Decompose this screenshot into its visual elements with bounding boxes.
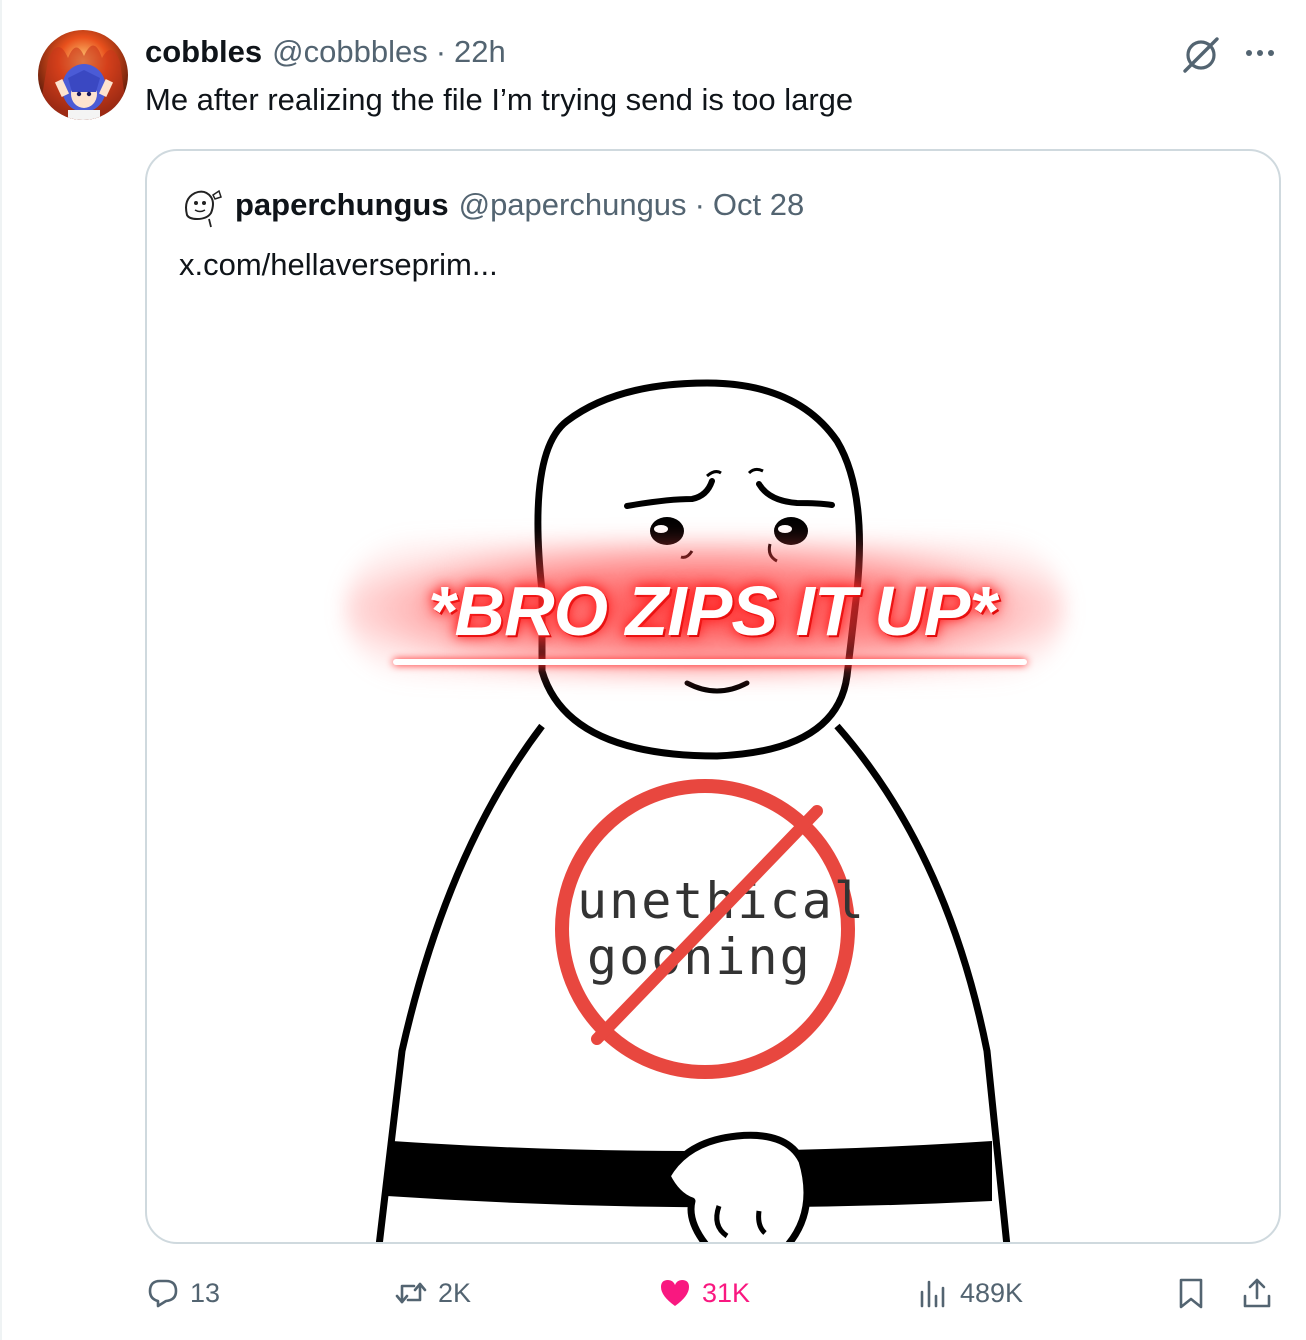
quoted-author-handle[interactable]: @paperchungus (459, 187, 687, 223)
share-icon (1243, 1278, 1271, 1308)
repost-button[interactable]: 2K (394, 1268, 471, 1318)
like-button[interactable]: 31K (658, 1268, 750, 1318)
reply-button[interactable]: 13 (146, 1268, 220, 1318)
like-icon (661, 1280, 689, 1306)
caption-underline (393, 659, 1027, 665)
quoted-tweet-card[interactable]: unethical gooning *BRO ZIPS IT UP* paper… (145, 149, 1281, 1244)
author-avatar[interactable] (38, 30, 128, 120)
quoted-author-display-name[interactable]: paperchungus (235, 187, 449, 223)
bookmark-button[interactable] (1174, 1268, 1208, 1318)
quoted-tweet-date[interactable]: Oct 28 (713, 187, 804, 223)
tweet-text: Me after realizing the file I’m trying s… (145, 82, 854, 117)
author-handle[interactable]: @cobbbles (272, 34, 428, 70)
quoted-tweet-header: paperchungus @paperchungus · Oct 28 (235, 185, 804, 225)
meme-image[interactable]: unethical gooning *BRO ZIPS IT UP* (147, 151, 1279, 1242)
reply-count: 13 (190, 1277, 221, 1308)
repost-icon (395, 1282, 427, 1304)
quoted-author-avatar[interactable] (179, 185, 223, 229)
quoted-tweet-link[interactable]: x.com/hellaverseprim... (179, 245, 498, 285)
like-count: 31K (702, 1277, 751, 1308)
timeline-border (0, 0, 2, 1340)
repost-count: 2K (438, 1277, 472, 1308)
tweet-timestamp[interactable]: 22h (454, 34, 506, 70)
share-button[interactable] (1240, 1268, 1274, 1318)
views-button[interactable]: 489K (916, 1268, 1023, 1318)
views-count: 489K (960, 1277, 1024, 1308)
meme-caption: *BRO ZIPS IT UP* (428, 572, 996, 650)
shirt-text-line2: gooning (587, 928, 812, 986)
bookmark-icon (1179, 1278, 1203, 1309)
tweet-header: cobbles @cobbbles · 22h (145, 32, 506, 72)
grok-icon[interactable] (1180, 34, 1222, 76)
author-display-name[interactable]: cobbles (145, 34, 262, 70)
shirt-text-line1: unethical (577, 872, 866, 930)
reply-icon (148, 1279, 178, 1308)
more-icon[interactable] (1240, 36, 1280, 70)
tweet-action-bar: 13 2K 31K 489K (140, 1268, 1280, 1318)
views-icon (920, 1280, 945, 1308)
quoted-header-separator: · (694, 187, 705, 222)
header-separator: · (435, 34, 447, 69)
